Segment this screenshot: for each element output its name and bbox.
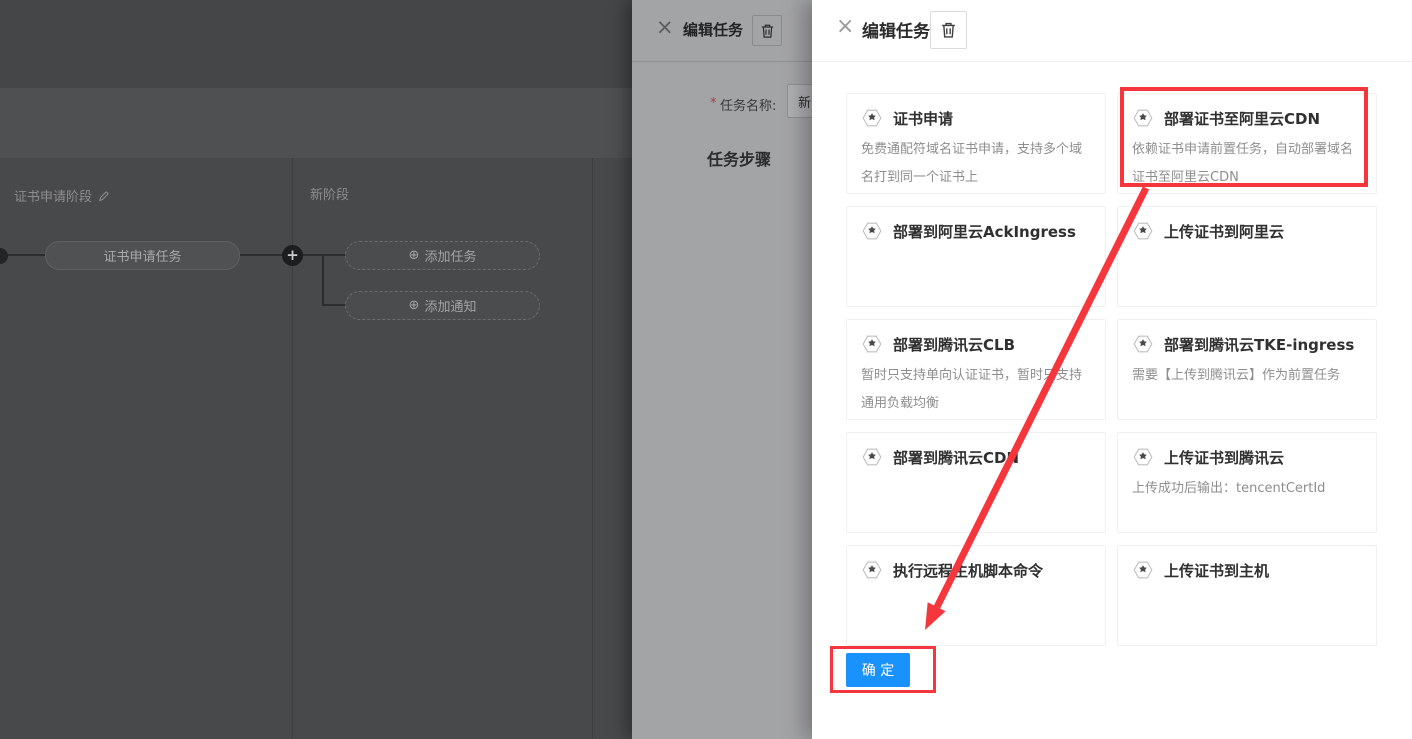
task-card-title: 上传证书到主机 (1164, 560, 1269, 581)
add-notice-label: 添加通知 (424, 296, 476, 315)
confirm-button[interactable]: 确 定 (846, 653, 910, 687)
task-name-label: 任务名称: (720, 95, 776, 114)
connector-line (322, 254, 324, 305)
add-stage-plus-button[interactable]: + (282, 245, 303, 266)
task-card-title: 部署到腾讯云CLB (893, 334, 1015, 355)
task-card-desc: 免费通配符域名证书申请，支持多个域名打到同一个证书上 (861, 136, 1093, 192)
edit-task-drawer-front: × 编辑任务 证书申请 免费通配符域名证书申请，支持多个域名打到同一个证书上 (812, 0, 1412, 739)
pipeline-toolbar (0, 88, 632, 158)
task-card-header: 部署到腾讯云CDN (861, 446, 1093, 468)
connector-line (6, 254, 46, 256)
task-card-header: 执行远程主机脚本命令 (861, 559, 1093, 581)
pipeline-canvas: 证书申请阶段 新阶段 + 证书申请任务 ⊕ 添加任务 (0, 158, 632, 739)
stage-title-text: 新阶段 (310, 184, 349, 203)
task-type-icon (1132, 446, 1154, 468)
task-card-desc: 暂时只支持单向认证证书，暂时只支持通用负载均衡 (861, 362, 1093, 418)
workflow-background: 证书申请阶段 新阶段 + 证书申请任务 ⊕ 添加任务 (0, 0, 632, 739)
task-card-header: 部署到腾讯云CLB (861, 333, 1093, 355)
task-card-desc: 需要【上传到腾讯云】作为前置任务 (1132, 362, 1364, 390)
task-card-header: 上传证书到主机 (1132, 559, 1364, 581)
task-card-header: 上传证书到腾讯云 (1132, 446, 1364, 468)
task-type-icon (861, 446, 883, 468)
page: 证书申请阶段 新阶段 + 证书申请任务 ⊕ 添加任务 (0, 0, 1412, 739)
drawer-header: × 编辑任务 (632, 0, 812, 62)
task-card-desc: 上传成功后输出：tencentCertId (1132, 475, 1364, 503)
task-card[interactable]: 部署到腾讯云TKE-ingress 需要【上传到腾讯云】作为前置任务 (1117, 319, 1377, 420)
task-card-header: 部署到腾讯云TKE-ingress (1132, 333, 1364, 355)
task-type-icon (1132, 107, 1154, 129)
stage-title-text: 证书申请阶段 (14, 186, 92, 205)
task-type-icon (861, 559, 883, 581)
connector-line (322, 304, 346, 306)
task-card[interactable]: 上传证书到腾讯云 上传成功后输出：tencentCertId (1117, 432, 1377, 533)
task-steps-heading: 任务步骤 (707, 146, 771, 170)
delete-task-button[interactable] (752, 15, 782, 46)
close-icon[interactable]: × (836, 16, 854, 38)
edit-pencil-icon[interactable] (98, 190, 110, 202)
task-name-input[interactable]: 新 (787, 84, 812, 118)
start-node (0, 248, 8, 264)
drawer-title: 编辑任务 (683, 19, 743, 40)
task-card-title: 部署证书至阿里云CDN (1164, 108, 1320, 129)
task-card[interactable]: 部署证书至阿里云CDN 依赖证书申请前置任务，自动部署域名证书至阿里云CDN (1117, 93, 1377, 194)
task-type-icon (861, 220, 883, 242)
required-mark: * (710, 96, 717, 111)
task-type-icon (861, 333, 883, 355)
task-card-title: 上传证书到腾讯云 (1164, 447, 1284, 468)
task-card-grid: 证书申请 免费通配符域名证书申请，支持多个域名打到同一个证书上 部署证书至阿里云… (846, 93, 1377, 646)
drawer-header: × 编辑任务 (812, 0, 1412, 62)
close-icon[interactable]: × (656, 17, 674, 38)
add-task-label: 添加任务 (424, 246, 476, 265)
task-card[interactable]: 上传证书到主机 (1117, 545, 1377, 646)
task-type-icon (861, 107, 883, 129)
task-card[interactable]: 部署到腾讯云CLB 暂时只支持单向认证证书，暂时只支持通用负载均衡 (846, 319, 1106, 420)
add-circle-icon: ⊕ (409, 298, 420, 313)
task-card-desc: 依赖证书申请前置任务，自动部署域名证书至阿里云CDN (1132, 136, 1364, 192)
app-topbar (0, 0, 632, 88)
task-node-label: 证书申请任务 (103, 246, 181, 265)
task-card[interactable]: 证书申请 免费通配符域名证书申请，支持多个域名打到同一个证书上 (846, 93, 1106, 194)
task-card-title: 执行远程主机脚本命令 (893, 560, 1043, 581)
task-card-header: 部署到阿里云AckIngress (861, 220, 1093, 242)
add-circle-icon: ⊕ (409, 248, 420, 263)
edit-task-drawer-back: × 编辑任务 * 任务名称: 新 任务步骤 (632, 0, 812, 739)
task-card-title: 上传证书到阿里云 (1164, 221, 1284, 242)
connector-line (240, 254, 284, 256)
stage-title-2: 新阶段 (310, 184, 349, 203)
task-card-header: 上传证书到阿里云 (1132, 220, 1364, 242)
task-type-icon (1132, 220, 1154, 242)
task-type-icon (1132, 559, 1154, 581)
delete-task-button[interactable] (930, 11, 967, 49)
stage-title-1: 证书申请阶段 (14, 186, 110, 205)
task-card-title: 部署到阿里云AckIngress (893, 221, 1076, 242)
task-card-header: 证书申请 (861, 107, 1093, 129)
task-card[interactable]: 部署到阿里云AckIngress (846, 206, 1106, 307)
task-node-pill[interactable]: 证书申请任务 (45, 241, 240, 270)
task-card-header: 部署证书至阿里云CDN (1132, 107, 1364, 129)
drawer-title: 编辑任务 (862, 17, 930, 42)
task-card[interactable]: 部署到腾讯云CDN (846, 432, 1106, 533)
task-card-title: 证书申请 (893, 108, 953, 129)
task-card-title: 部署到腾讯云TKE-ingress (1164, 334, 1354, 355)
task-type-icon (1132, 333, 1154, 355)
task-card-title: 部署到腾讯云CDN (893, 447, 1019, 468)
stage-divider (592, 158, 593, 739)
add-task-button[interactable]: ⊕ 添加任务 (345, 241, 540, 270)
task-card[interactable]: 执行远程主机脚本命令 (846, 545, 1106, 646)
task-card[interactable]: 上传证书到阿里云 (1117, 206, 1377, 307)
add-notice-button[interactable]: ⊕ 添加通知 (345, 291, 540, 320)
